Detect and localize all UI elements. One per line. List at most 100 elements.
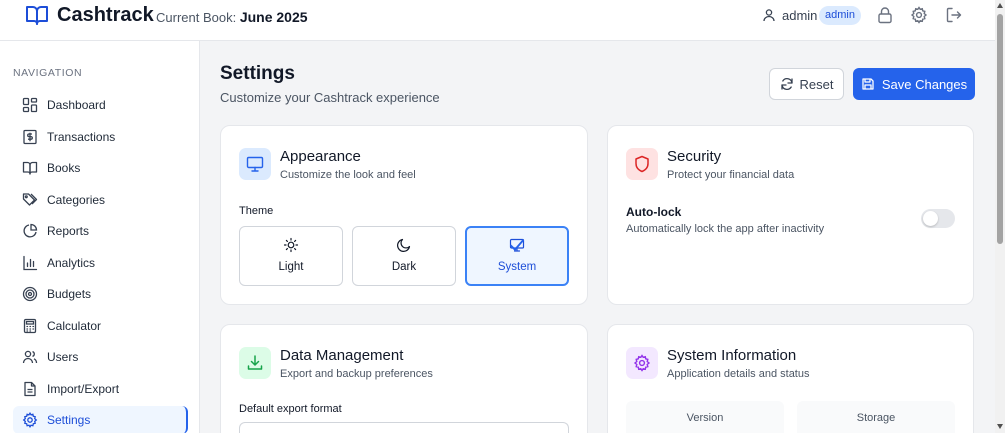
theme-option-label: Light — [278, 261, 304, 273]
download-icon — [247, 355, 263, 370]
sidebar-item-categories[interactable]: Categories — [13, 186, 188, 214]
reset-button[interactable]: Reset — [769, 68, 844, 100]
gear-icon — [22, 412, 38, 428]
system-info-title: System Information — [667, 347, 797, 364]
current-book-label: Current Book: June 2025 — [156, 9, 308, 25]
current-book-prefix: Current Book: — [156, 10, 237, 25]
sidebar-item-analytics[interactable]: Analytics — [13, 249, 188, 277]
user-name[interactable]: admin — [782, 8, 817, 23]
theme-option-label: System — [497, 261, 537, 273]
nav-heading: NAVIGATION — [13, 67, 83, 79]
check-icon — [510, 239, 524, 251]
theme-label: Theme — [239, 205, 274, 217]
export-format-select[interactable] — [239, 422, 569, 433]
page-title: Settings — [220, 63, 295, 84]
security-card: Security Protect your financial data Aut… — [607, 125, 974, 305]
lock-button[interactable] — [876, 6, 894, 24]
appearance-title: Appearance — [280, 148, 361, 165]
sun-icon — [283, 237, 299, 253]
sidebar: NAVIGATION Dashboard Transactions Books … — [0, 41, 200, 433]
file-icon — [24, 381, 36, 397]
storage-label: Storage — [856, 412, 896, 424]
scroll-down-arrow-icon[interactable] — [997, 424, 1003, 429]
app-name: Cashtrack — [57, 4, 154, 26]
users-icon — [22, 350, 38, 364]
sidebar-item-label: Reports — [47, 224, 90, 238]
dashboard-icon — [22, 97, 38, 113]
refresh-icon — [780, 78, 793, 90]
moon-icon — [397, 238, 411, 252]
storage-stat: Storage — [797, 401, 955, 433]
reset-label: Reset — [799, 76, 834, 92]
sidebar-item-label: Dashboard — [47, 98, 106, 112]
tags-icon — [22, 193, 38, 206]
logout-button[interactable] — [945, 6, 963, 24]
logout-icon — [946, 7, 962, 23]
autolock-title: Auto-lock — [626, 205, 682, 219]
book-logo-icon — [26, 6, 48, 25]
lock-icon — [878, 7, 892, 24]
sidebar-item-calculator[interactable]: Calculator — [13, 312, 188, 340]
system-info-desc: Application details and status — [667, 368, 810, 380]
sidebar-item-label: Users — [47, 350, 79, 364]
system-icon-box — [626, 347, 658, 379]
save-button[interactable]: Save Changes — [853, 68, 975, 100]
monitor-icon — [246, 156, 264, 172]
theme-option-label: Dark — [391, 261, 417, 273]
theme-option-light[interactable]: Light — [239, 226, 343, 286]
appearance-icon-box — [239, 148, 271, 180]
target-icon — [22, 286, 38, 302]
autolock-toggle[interactable] — [921, 209, 955, 228]
data-management-card: Data Management Export and backup prefer… — [220, 324, 588, 433]
user-icon — [763, 9, 775, 22]
data-management-title: Data Management — [280, 347, 404, 364]
current-book-value: June 2025 — [239, 9, 308, 25]
sidebar-item-users[interactable]: Users — [13, 343, 188, 371]
sidebar-item-reports[interactable]: Reports — [13, 217, 188, 245]
gear-icon — [633, 354, 651, 372]
page-subtitle: Customize your Cashtrack experience — [220, 90, 440, 105]
theme-option-dark[interactable]: Dark — [352, 226, 456, 286]
data-management-desc: Export and backup preferences — [280, 368, 433, 380]
system-info-card: System Information Application details a… — [607, 324, 974, 433]
appearance-desc: Customize the look and feel — [280, 169, 416, 181]
sidebar-item-label: Books — [47, 161, 81, 175]
sidebar-item-transactions[interactable]: Transactions — [13, 123, 188, 151]
page-scrollbar[interactable] — [995, 0, 1005, 433]
scroll-thumb[interactable] — [997, 14, 1003, 244]
security-desc: Protect your financial data — [667, 169, 795, 181]
gear-icon — [910, 6, 928, 24]
sidebar-item-label: Calculator — [47, 319, 102, 333]
theme-option-system[interactable]: System — [465, 226, 569, 286]
appearance-card: Appearance Customize the look and feel T… — [220, 125, 588, 305]
settings-button[interactable] — [910, 6, 928, 24]
sidebar-item-label: Budgets — [47, 287, 92, 301]
sidebar-item-label: Analytics — [47, 256, 96, 270]
autolock-desc: Automatically lock the app after inactiv… — [626, 223, 825, 235]
export-format-label: Default export format — [239, 403, 342, 415]
sidebar-item-budgets[interactable]: Budgets — [13, 280, 188, 308]
sidebar-item-settings[interactable]: Settings — [13, 406, 188, 433]
save-label: Save Changes — [881, 76, 968, 92]
sidebar-item-label: Categories — [47, 193, 106, 207]
sidebar-item-label: Transactions — [47, 130, 116, 144]
sidebar-item-import-export[interactable]: Import/Export — [13, 375, 188, 403]
version-stat: Version — [626, 401, 784, 433]
sidebar-item-books[interactable]: Books — [13, 154, 188, 182]
save-icon — [862, 78, 874, 90]
role-badge: admin — [819, 6, 861, 25]
bar-chart-icon — [23, 255, 38, 271]
dollar-receipt-icon — [23, 129, 37, 145]
scroll-up-arrow-icon[interactable] — [997, 3, 1003, 8]
security-title: Security — [667, 148, 722, 165]
data-icon-box — [239, 347, 271, 379]
sidebar-item-label: Import/Export — [47, 382, 120, 396]
calculator-icon — [23, 318, 37, 334]
shield-icon — [635, 155, 649, 173]
pie-chart-icon — [23, 223, 38, 238]
top-header: Cashtrack Current Book: June 2025 admin … — [0, 0, 995, 41]
security-icon-box — [626, 148, 658, 180]
book-icon — [22, 161, 38, 175]
sidebar-item-dashboard[interactable]: Dashboard — [13, 91, 188, 119]
version-label: Version — [686, 412, 724, 424]
